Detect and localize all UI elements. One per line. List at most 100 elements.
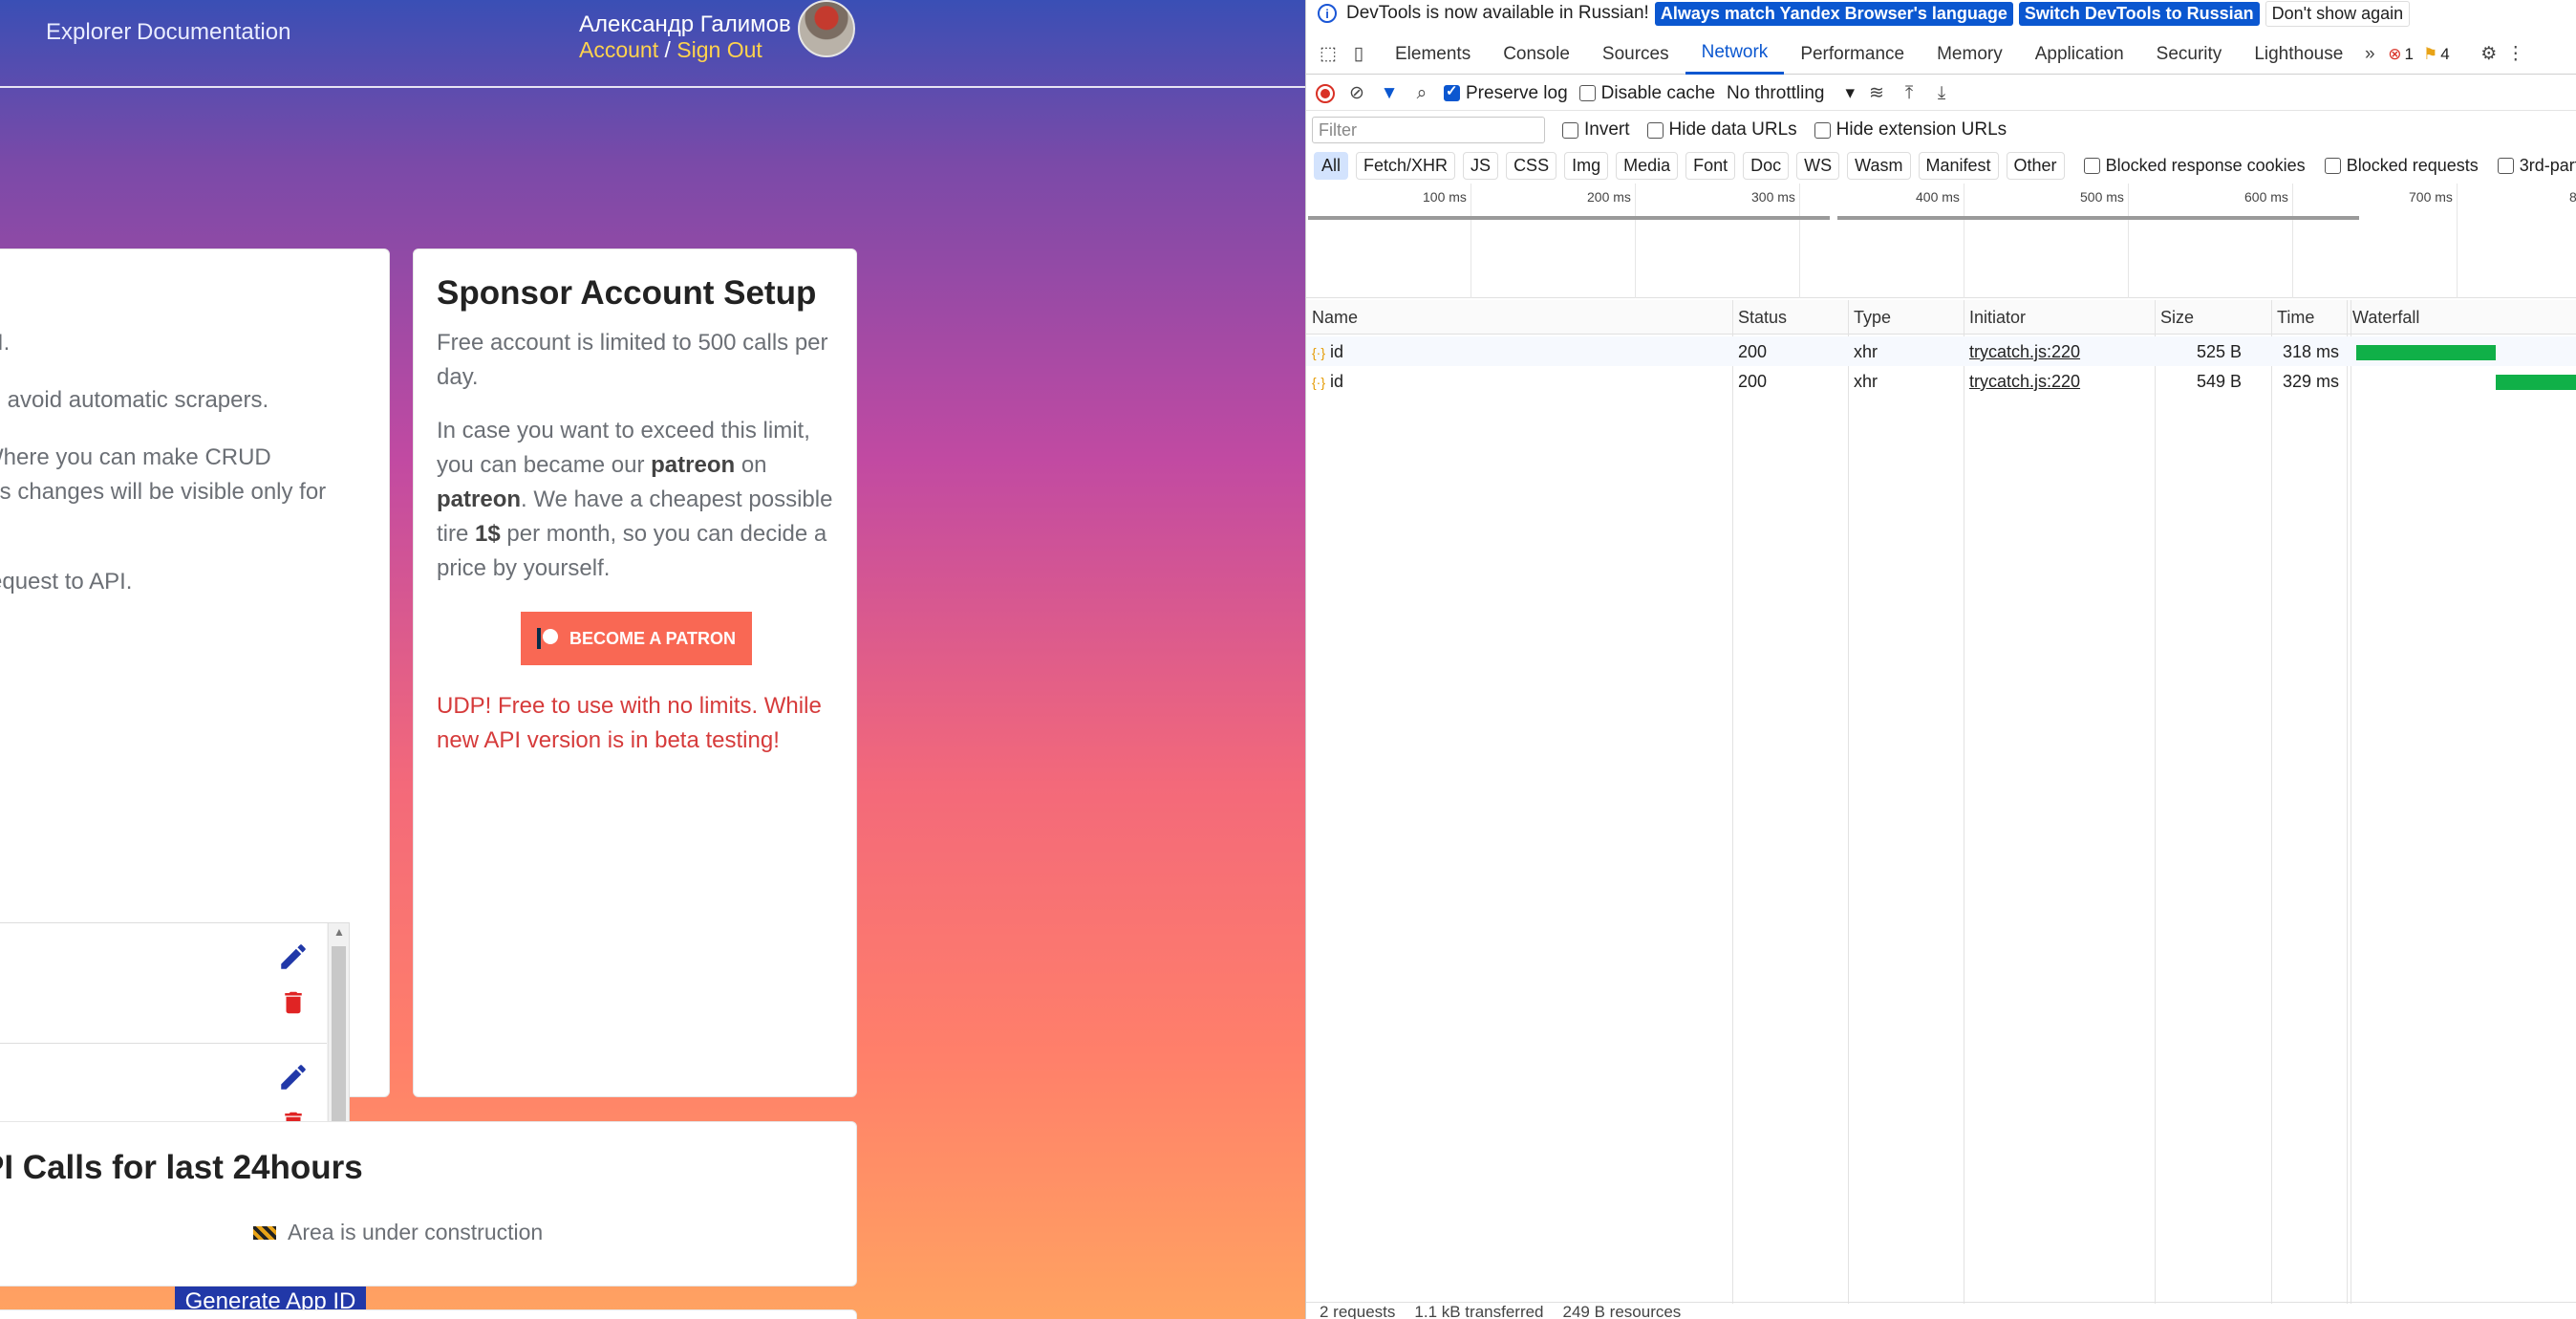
blocked-requests-checkbox[interactable]: Blocked requests [2324, 156, 2479, 176]
network-overview-timeline[interactable]: 100 ms 200 ms 300 ms 400 ms 500 ms 600 m… [1306, 184, 2576, 298]
type-filter-ws[interactable]: WS [1796, 151, 1840, 180]
type-filter-js[interactable]: JS [1463, 151, 1499, 180]
throttling-select[interactable]: No throttling ▾ [1727, 82, 1855, 104]
text-line: you can became our patreon on [437, 448, 832, 483]
overview-request-bar [1837, 216, 2359, 220]
error-icon[interactable]: ⊗ [2388, 45, 2401, 64]
type-filter-other[interactable]: Other [2006, 151, 2065, 180]
request-table-header: Name Status Type Initiator Size Time Wat… [1306, 300, 2576, 335]
column-type[interactable]: Type [1854, 308, 1891, 328]
trash-icon[interactable] [279, 986, 308, 1019]
network-conditions-icon[interactable]: ≋ [1866, 83, 1887, 104]
table-row[interactable]: {·} id 200 xhr trycatch.js:220 549 B 329… [1306, 366, 2576, 396]
type-filter-doc[interactable]: Doc [1743, 151, 1790, 180]
import-har-icon[interactable]: ⤒ [1899, 83, 1920, 104]
request-initiator[interactable]: trycatch.js:220 [1969, 342, 2080, 362]
resource-type-filters: All Fetch/XHR JS CSS Img Media Font Doc … [1306, 149, 2576, 182]
disable-cache-checkbox[interactable]: Disable cache [1578, 83, 1715, 104]
text-line: new API version is in beta testing! [437, 727, 780, 753]
text-fragment: patreon [437, 487, 522, 512]
column-waterfall[interactable]: Waterfall [2352, 308, 2419, 328]
request-status: 200 [1738, 342, 1768, 361]
avatar[interactable] [798, 0, 855, 57]
text-fragment: on [735, 452, 767, 478]
type-filter-all[interactable]: All [1314, 151, 1349, 180]
checkbox-label: 3rd-party requ [2519, 155, 2576, 175]
network-toolbar: ⊘ ▼ ⌕ Preserve log Disable cache No thro… [1306, 76, 2576, 111]
text-fragment: . We have a cheapest possible [521, 487, 833, 512]
column-status[interactable]: Status [1738, 308, 1787, 328]
settings-gear-icon[interactable]: ⚙ [2479, 44, 2500, 65]
nav-explorer[interactable]: Explorer [46, 19, 131, 46]
tab-sources[interactable]: Sources [1586, 34, 1685, 75]
preserve-log-checkbox[interactable]: Preserve log [1444, 82, 1568, 104]
export-har-icon[interactable]: ⤓ [1931, 83, 1952, 104]
type-filter-img[interactable]: Img [1564, 151, 1609, 180]
transferred-size: 1.1 kB transferred [1414, 1303, 1544, 1319]
text-fragment: tire [437, 521, 476, 547]
gridline [2292, 184, 2293, 298]
tab-performance[interactable]: Performance [1784, 34, 1921, 75]
search-icon[interactable]: ⌕ [1411, 83, 1432, 104]
text-fragment: per month, so you can decide a [500, 521, 827, 547]
inspect-icon[interactable]: ⬚ [1318, 44, 1339, 65]
separator: / [664, 37, 671, 62]
dont-show-button[interactable]: Don't show again [2265, 0, 2411, 27]
tab-memory[interactable]: Memory [1921, 34, 2019, 75]
type-filter-fetch[interactable]: Fetch/XHR [1356, 151, 1456, 180]
filter-input[interactable]: Filter [1312, 117, 1545, 143]
text-fragment: you can became our [437, 452, 652, 478]
column-time[interactable]: Time [2277, 308, 2314, 328]
third-party-checkbox[interactable]: 3rd-party requ [2497, 155, 2576, 176]
tab-application[interactable]: Application [2019, 34, 2140, 75]
type-filter-wasm[interactable]: Wasm [1847, 151, 1911, 180]
column-initiator[interactable]: Initiator [1969, 308, 2026, 328]
column-name[interactable]: Name [1312, 308, 1358, 328]
tab-console[interactable]: Console [1487, 34, 1586, 75]
nav-documentation[interactable]: Documentation [137, 19, 290, 46]
request-name-text: id [1330, 372, 1344, 391]
clear-icon[interactable]: ⊘ [1346, 83, 1367, 104]
column-size[interactable]: Size [2160, 308, 2194, 328]
warning-icon[interactable]: ⚑ [2423, 45, 2437, 64]
checkbox-label: Preserve log [1466, 82, 1568, 103]
edit-icon[interactable] [277, 941, 310, 973]
info-icon: i [1318, 4, 1337, 23]
gridline [1799, 184, 1800, 298]
timeline-tick: 300 ms [1751, 189, 1795, 205]
tab-elements[interactable]: Elements [1379, 34, 1487, 75]
table-row[interactable]: {·} id 200 xhr trycatch.js:220 525 B 318… [1306, 336, 2576, 366]
more-tabs-icon[interactable]: » [2359, 44, 2380, 65]
hide-data-urls-checkbox[interactable]: Hide data URLs [1646, 119, 1797, 141]
type-filter-media[interactable]: Media [1616, 151, 1679, 180]
tab-lighthouse[interactable]: Lighthouse [2238, 34, 2359, 75]
tab-security[interactable]: Security [2140, 34, 2239, 75]
type-filter-font[interactable]: Font [1685, 151, 1736, 180]
tab-network[interactable]: Network [1685, 34, 1785, 75]
filter-icon[interactable]: ▼ [1379, 83, 1400, 104]
become-patron-button[interactable]: BECOME A PATRON [521, 612, 752, 665]
account-link[interactable]: Account [579, 37, 658, 62]
more-options-icon[interactable]: ⋮ [2505, 44, 2526, 65]
hide-extension-urls-checkbox[interactable]: Hide extension URLs [1814, 119, 2007, 141]
api-calls-card: PI Calls for last 24hours Area is under … [0, 1121, 857, 1287]
type-filter-css[interactable]: CSS [1506, 151, 1557, 180]
device-toolbar-icon[interactable]: ▯ [1348, 44, 1369, 65]
waterfall-bar [2496, 375, 2576, 390]
edit-icon[interactable] [277, 1061, 310, 1093]
request-size: 549 B [2197, 372, 2243, 391]
record-icon[interactable] [1316, 83, 1335, 103]
switch-russian-button[interactable]: Switch DevTools to Russian [2018, 1, 2260, 26]
invert-checkbox[interactable]: Invert [1562, 119, 1630, 141]
match-language-button[interactable]: Always match Yandex Browser's language [1654, 1, 2013, 26]
type-filter-manifest[interactable]: Manifest [1918, 151, 1999, 180]
text-line: UDP! Free to use with no limits. While [437, 693, 822, 719]
request-initiator[interactable]: trycatch.js:220 [1969, 372, 2080, 392]
sign-out-link[interactable]: Sign Out [676, 37, 762, 62]
blocked-cookies-checkbox[interactable]: Blocked response cookies [2083, 156, 2306, 176]
scroll-up-icon[interactable]: ▲ [333, 925, 345, 939]
construction-text: Area is under construction [288, 1220, 544, 1244]
error-count: 1 [2404, 44, 2414, 63]
column-divider [1848, 300, 1849, 1304]
user-name: Александр Галимов [579, 11, 791, 37]
